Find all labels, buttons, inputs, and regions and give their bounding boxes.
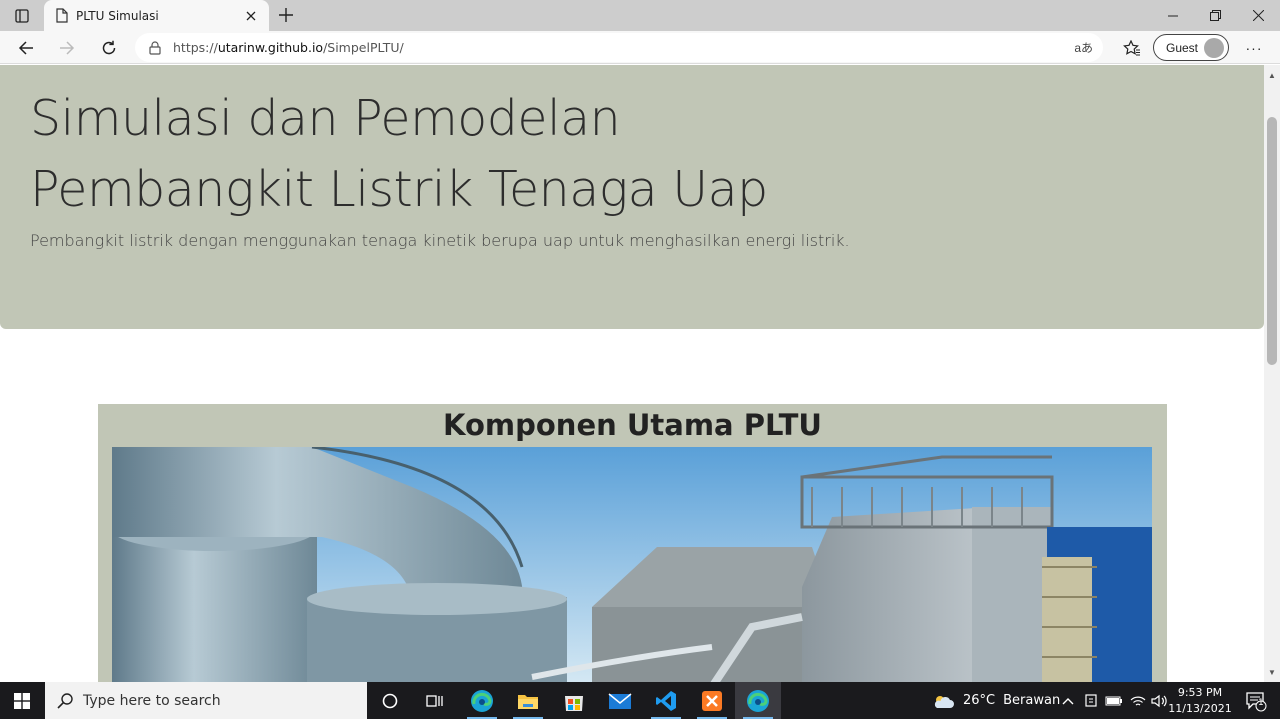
plus-icon: [279, 8, 293, 22]
new-tab-button[interactable]: [274, 3, 298, 27]
chevron-up-icon: [1062, 697, 1074, 704]
minimize-icon: [1168, 15, 1178, 16]
mail-icon: [608, 692, 632, 709]
url-path: /SimpelPLTU/: [323, 40, 404, 55]
title-line-1: Simulasi dan Pemodelan: [30, 90, 621, 147]
weather-temp: 26°C: [963, 693, 996, 708]
page-title: Simulasi dan Pemodelan Pembangkit Listri…: [30, 83, 768, 225]
edge-icon: [747, 689, 769, 712]
taskbar-xampp[interactable]: [689, 682, 735, 719]
page-scrollbar[interactable]: ▲ ▼: [1264, 65, 1280, 682]
network-button[interactable]: [1130, 682, 1146, 719]
notification-count: 1: [1258, 698, 1264, 708]
start-button[interactable]: [0, 682, 44, 719]
read-aloud-button[interactable]: aあ: [1074, 39, 1093, 56]
scroll-down-arrow-icon[interactable]: ▼: [1264, 664, 1280, 680]
taskbar-edge[interactable]: [459, 682, 505, 719]
minimize-button[interactable]: [1151, 0, 1195, 31]
tab-active[interactable]: PLTU Simulasi: [44, 0, 269, 31]
taskbar-store[interactable]: [551, 682, 597, 719]
more-button[interactable]: ···: [1240, 34, 1268, 62]
clock-time: 9:53 PM: [1177, 686, 1223, 699]
weather-text: Berawan: [1003, 693, 1061, 708]
page-icon: [56, 8, 68, 23]
taskbar-clock[interactable]: 9:53 PM 11/13/2021: [1168, 685, 1232, 717]
folder-icon: [518, 694, 538, 709]
url-domain: utarinw.github.io: [217, 40, 324, 55]
tab-actions-icon: [15, 9, 29, 23]
tab-actions-button[interactable]: [8, 4, 36, 28]
tab-bar: PLTU Simulasi: [0, 0, 1280, 31]
profile-label: Guest: [1166, 40, 1199, 55]
tab-close-button[interactable]: [239, 4, 263, 28]
meet-now-button[interactable]: [1085, 682, 1099, 719]
weather-widget[interactable]: 26°C Berawan: [932, 682, 1060, 719]
arrow-right-icon: [60, 41, 75, 55]
taskbar-mail[interactable]: [597, 682, 643, 719]
taskbar-edge-active[interactable]: [735, 682, 781, 719]
close-icon: [1252, 10, 1264, 21]
tab-title: PLTU Simulasi: [76, 8, 159, 23]
avatar: [1204, 38, 1224, 58]
components-card: Komponen Utama PLTU: [98, 404, 1167, 682]
page-viewport: Simulasi dan Pemodelan Pembangkit Listri…: [0, 65, 1280, 682]
close-window-button[interactable]: [1236, 0, 1280, 31]
keyboard-icon: [1085, 693, 1097, 707]
title-line-2: Pembangkit Listrik Tenaga Uap: [30, 161, 768, 218]
arrow-left-icon: [18, 41, 33, 55]
search-icon: [57, 692, 73, 709]
taskbar-vscode[interactable]: [643, 682, 689, 719]
close-icon: [246, 11, 256, 20]
browser-toolbar: https://utarinw.github.io/SimpelPLTU/ aあ…: [0, 31, 1280, 64]
hero-section: Simulasi dan Pemodelan Pembangkit Listri…: [0, 65, 1264, 329]
taskbar-search[interactable]: Type here to search: [45, 682, 367, 719]
restore-button[interactable]: [1193, 0, 1237, 31]
wifi-icon: [1130, 696, 1146, 706]
search-placeholder: Type here to search: [83, 692, 221, 709]
favorites-button[interactable]: [1117, 34, 1145, 62]
battery-icon: [1105, 696, 1122, 705]
widgets-button[interactable]: [412, 682, 458, 719]
section-title: Komponen Utama PLTU: [443, 408, 822, 442]
url-prefix: https://: [173, 40, 218, 55]
taskbar-file-explorer[interactable]: [505, 682, 551, 719]
tray-overflow-button[interactable]: [1062, 682, 1074, 719]
notifications-button[interactable]: 1: [1236, 682, 1276, 719]
windows-taskbar: Type here to search 26°C Berawan 9:53 PM…: [0, 682, 1280, 719]
refresh-button[interactable]: [95, 34, 123, 62]
forward-button[interactable]: [53, 34, 81, 62]
task-view-button[interactable]: [367, 682, 413, 719]
restore-icon: [1209, 10, 1221, 21]
task-view-icon: [382, 693, 398, 708]
cloud-icon: [934, 695, 954, 708]
star-icon: [1122, 40, 1140, 56]
xampp-icon: [702, 690, 722, 711]
scrollbar-thumb[interactable]: [1267, 117, 1277, 365]
url-text: https://utarinw.github.io/SimpelPLTU/: [173, 40, 404, 55]
power-plant-image: [112, 447, 1152, 682]
windows-logo-icon: [14, 692, 30, 709]
address-bar[interactable]: https://utarinw.github.io/SimpelPLTU/ aあ: [135, 33, 1103, 62]
scroll-up-arrow-icon[interactable]: ▲: [1264, 67, 1280, 83]
volume-button[interactable]: [1151, 682, 1167, 719]
store-icon: [565, 695, 583, 711]
back-button[interactable]: [12, 34, 40, 62]
edge-icon: [471, 689, 493, 712]
profile-button[interactable]: Guest: [1153, 34, 1229, 61]
page-subtitle: Pembangkit listrik dengan menggunakan te…: [30, 231, 850, 250]
clock-date: 11/13/2021: [1168, 702, 1232, 715]
lock-icon: [149, 40, 161, 55]
speaker-icon: [1151, 694, 1167, 707]
vscode-icon: [656, 690, 676, 711]
battery-button[interactable]: [1105, 682, 1123, 719]
task-switch-icon: [426, 694, 443, 707]
refresh-icon: [102, 40, 116, 55]
